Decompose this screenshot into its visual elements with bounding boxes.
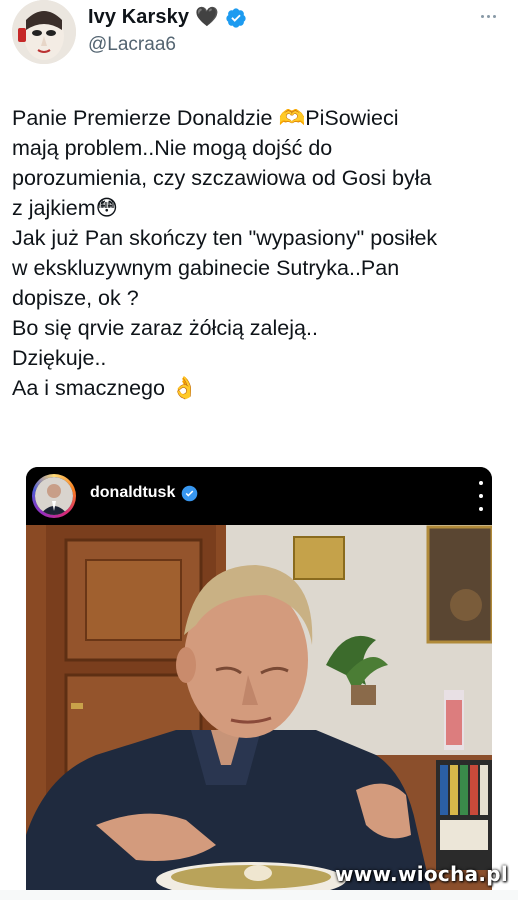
verified-badge-icon bbox=[182, 485, 198, 501]
embedded-post-image[interactable]: donaldtusk bbox=[26, 467, 492, 890]
avatar[interactable] bbox=[12, 0, 76, 64]
tweet-text: Panie Premierze Donaldzie 🫶PiSowieci maj… bbox=[12, 103, 506, 403]
post-photo bbox=[26, 525, 492, 890]
tweet-line: Dziękuje.. bbox=[12, 346, 107, 370]
tweet-line: Aa i smacznego 👌 bbox=[12, 376, 198, 400]
display-name[interactable]: Ivy Karsky bbox=[88, 6, 189, 29]
tweet-line: dopisze, ok ? bbox=[12, 286, 139, 310]
profile-avatar[interactable] bbox=[32, 474, 76, 518]
tweet-line: Panie Premierze Donaldzie 🫶PiSowieci bbox=[12, 106, 399, 130]
tweet-line: mają problem..Nie mogą dojść do bbox=[12, 136, 333, 160]
verified-badge-icon bbox=[226, 7, 246, 28]
post-username[interactable]: donaldtusk bbox=[90, 484, 175, 502]
site-watermark: www.wiocha.pl bbox=[335, 862, 509, 886]
more-options-icon[interactable] bbox=[476, 6, 500, 26]
embedded-post-header: donaldtusk bbox=[26, 467, 492, 525]
tweet-line: w ekskluzywnym gabinecie Sutryka..Pan bbox=[12, 256, 400, 280]
user-handle[interactable]: @Lacraa6 bbox=[88, 34, 176, 56]
tweet-line: Bo się qrvie zaraz żółcią zaleją.. bbox=[12, 316, 318, 340]
tweet-line: Jak już Pan skończy ten "wypasiony" posi… bbox=[12, 226, 438, 250]
tweet-line: porozumienia, czy szczawiowa od Gosi był… bbox=[12, 166, 432, 190]
black-heart-icon: 🖤 bbox=[195, 7, 219, 28]
tweet-header: Ivy Karsky 🖤 @Lacraa6 bbox=[12, 0, 506, 70]
bottom-divider bbox=[0, 890, 518, 900]
post-more-options-icon[interactable] bbox=[476, 481, 486, 511]
tweet-line: z jajkiem😳 bbox=[12, 196, 119, 220]
